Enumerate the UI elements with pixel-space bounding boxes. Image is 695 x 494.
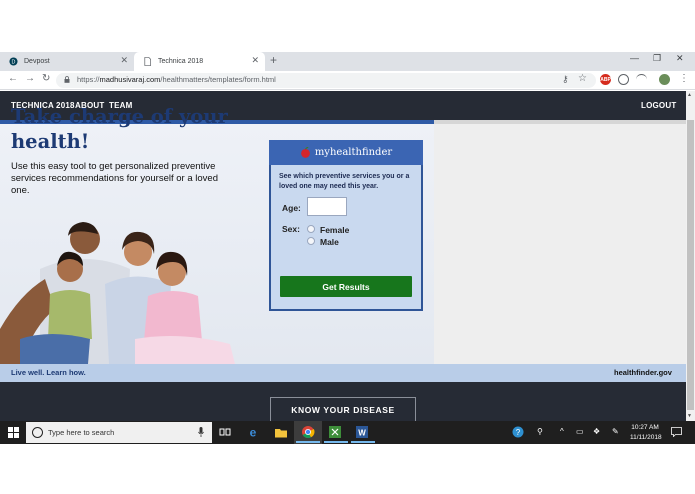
window-close-button[interactable]: ✕ [676,53,684,64]
restore-button[interactable]: ❐ [653,53,661,64]
female-radio[interactable] [307,225,315,233]
widget-header: myhealthfinder [269,140,423,165]
new-tab-button[interactable]: + [270,53,277,67]
scrollbar-thumb[interactable] [687,120,694,410]
edge-icon[interactable]: e [246,425,260,440]
get-results-button[interactable]: Get Results [280,276,412,297]
screen: D Devpost ✕ Technica 2018 ✕ + — ❐ ✕ ← → … [0,0,695,494]
page-icon [144,57,152,66]
tab-title: Technica 2018 [158,58,204,65]
spreadsheet-app-icon[interactable] [328,425,342,439]
windows-start-icon[interactable] [8,427,19,438]
scroll-up-arrow-icon[interactable]: ▲ [687,92,692,98]
know-your-disease-button[interactable]: KNOW YOUR DISEASE [270,397,416,421]
microphone-icon[interactable] [198,427,204,437]
svg-text:W: W [358,429,366,438]
clock-date: 11/11/2018 [630,434,662,441]
lock-icon [64,76,70,83]
taskbar-search-placeholder: Type here to search [48,428,115,437]
url-host: madhusivaraj.com [99,75,161,84]
extension-arc-icon[interactable] [636,74,647,85]
bookmark-star-icon[interactable]: ☆ [578,73,587,84]
word-active-indicator [351,441,375,443]
task-view-icon[interactable] [218,425,232,439]
tab-strip: D Devpost ✕ Technica 2018 ✕ [0,52,695,71]
profile-avatar[interactable] [659,74,670,85]
action-center-icon[interactable] [671,427,682,437]
url-text: https://madhusivaraj.com/healthmatters/t… [77,75,276,84]
dropbox-icon[interactable]: ❖ [593,427,600,436]
hero-background-panel [434,124,686,364]
apple-icon [300,147,310,158]
url-path: /healthmatters/templates/form.html [160,75,276,84]
scroll-down-arrow-icon[interactable]: ▼ [687,413,692,419]
spreadsheet-active-indicator [324,441,348,443]
close-tab-icon[interactable]: ✕ [251,55,259,66]
female-radio-label[interactable]: Female [320,225,349,235]
chrome-active-indicator [296,441,320,443]
tagline-link[interactable]: Live well. Learn how. [11,368,86,377]
clock-time: 10:27 AM [631,424,659,431]
cortana-search-icon [32,427,43,438]
svg-text:D: D [12,60,16,66]
svg-text:e: e [250,426,257,440]
file-explorer-icon[interactable] [274,425,288,439]
people-icon[interactable]: ⚲ [537,427,543,436]
minimize-button[interactable]: — [630,53,639,63]
help-icon[interactable]: ? [512,426,524,438]
close-tab-icon[interactable]: ✕ [120,55,128,66]
svg-text:?: ? [516,428,521,437]
key-icon[interactable]: ⚷ [562,74,569,85]
age-label: Age: [282,203,301,213]
word-icon[interactable]: W [355,425,369,439]
chrome-icon[interactable] [301,425,315,439]
healthfinder-logo[interactable]: healthfinder.gov [614,368,672,377]
widget-description: See which preventive services you or a l… [279,173,410,190]
adblock-icon[interactable]: ABP [600,74,611,85]
family-photo [0,222,235,364]
show-hidden-icons-icon[interactable]: ^ [560,427,564,436]
pen-icon[interactable]: ✎ [612,427,619,436]
male-radio[interactable] [307,237,315,245]
hero-subtitle: Use this easy tool to get personalized p… [11,161,218,196]
sex-label: Sex: [282,224,300,234]
tab-devpost[interactable]: D Devpost ✕ [0,52,134,71]
menu-icon[interactable]: ⋮ [679,73,689,84]
tab-title: Devpost [24,58,50,65]
web-page: TECHNICA 2018 ABOUT TEAM LOGOUT Take cha… [0,91,686,421]
logout-link[interactable]: LOGOUT [641,101,676,110]
hero-title: Take charge of your health! [11,105,228,153]
extension-icon[interactable] [618,74,629,85]
reload-button[interactable]: ↻ [42,73,50,84]
tab-technica[interactable]: Technica 2018 ✕ [134,52,265,71]
url-scheme: https:// [77,75,100,84]
network-icon[interactable]: ▭ [576,427,584,436]
forward-button[interactable]: → [25,73,35,84]
tagline-bar [0,364,686,382]
age-input[interactable] [307,197,347,216]
widget-brand: myhealthfinder [314,147,393,158]
back-button[interactable]: ← [8,73,18,84]
devpost-icon: D [9,57,18,66]
system-clock[interactable]: 10:27 AM 11/11/2018 [630,423,662,443]
male-radio-label[interactable]: Male [320,237,339,247]
